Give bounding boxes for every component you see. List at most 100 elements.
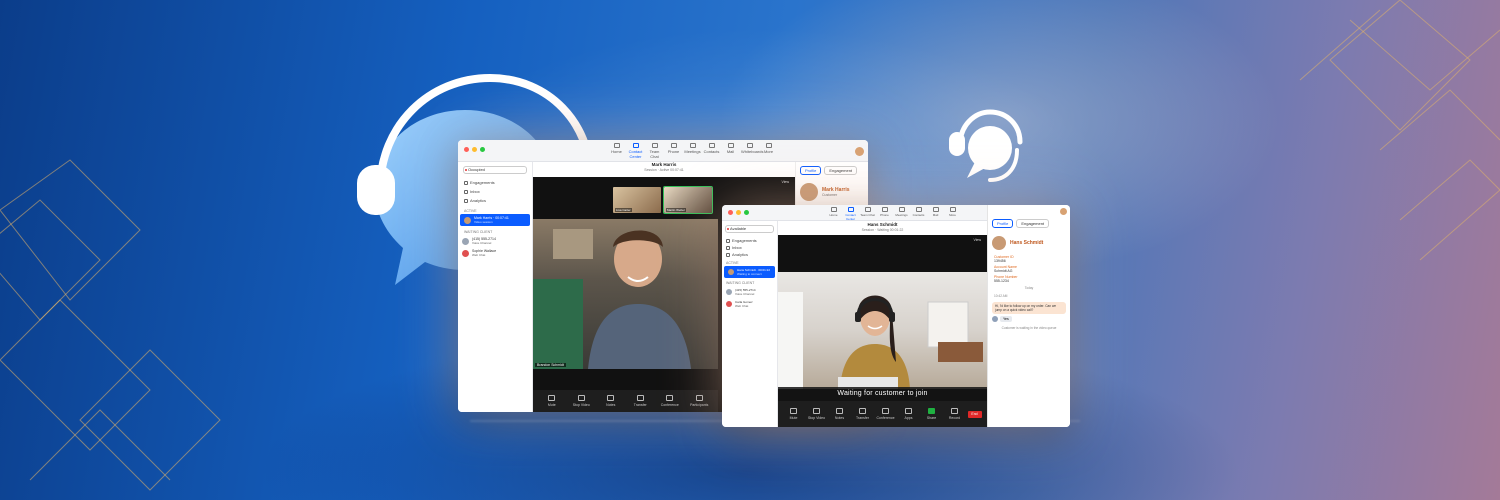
participant-thumbnail[interactable]: Lisa Carter bbox=[613, 187, 661, 213]
user-avatar[interactable] bbox=[855, 147, 864, 156]
home-icon bbox=[613, 143, 620, 148]
agent-window-front: Home Contact Center Team Chat Phone Meet… bbox=[722, 205, 1070, 427]
nav-contacts[interactable]: Contacts bbox=[911, 207, 926, 221]
notes-button[interactable]: Notes bbox=[830, 408, 850, 420]
contact-role: Customer bbox=[822, 193, 838, 197]
ctrl-label: Apps bbox=[904, 416, 913, 420]
nav-more[interactable]: More bbox=[760, 143, 777, 159]
contact-card: Mark Harris Customer bbox=[796, 179, 868, 205]
apps-icon bbox=[905, 408, 912, 414]
nav-team-chat[interactable]: Team Chat bbox=[646, 143, 663, 159]
avatar bbox=[992, 236, 1006, 250]
active-engagement[interactable]: Hans Schmidt · 00:01:22 Waiting to connec… bbox=[724, 266, 775, 278]
ctrl-label: Transfer bbox=[633, 403, 647, 407]
record-button[interactable]: Record bbox=[945, 408, 965, 420]
phone-avatar-icon bbox=[462, 237, 469, 245]
nav-label: Team Chat bbox=[860, 213, 875, 217]
nav-label: Team Chat bbox=[649, 149, 660, 159]
nav-home[interactable]: Home bbox=[608, 143, 625, 159]
ctrl-label: Share bbox=[926, 416, 937, 420]
sidebar-item-inbox[interactable]: Inbox bbox=[458, 187, 532, 196]
nav-meetings[interactable]: Meetings bbox=[684, 143, 701, 159]
notes-button[interactable]: Notes bbox=[601, 395, 621, 407]
contact-name: Hans Schmidt bbox=[1010, 240, 1044, 246]
mute-button[interactable]: Mute bbox=[542, 395, 562, 407]
nav-more[interactable]: More bbox=[945, 207, 960, 221]
analytics-icon bbox=[464, 198, 468, 203]
nav-mail[interactable]: Mail bbox=[928, 207, 943, 221]
status-dropdown[interactable]: Available bbox=[725, 225, 774, 233]
more-icon bbox=[949, 207, 956, 212]
transfer-button[interactable]: Transfer bbox=[853, 408, 873, 420]
nav-label: Mail bbox=[726, 149, 735, 154]
nav-label: Contacts bbox=[912, 213, 925, 217]
nav-contact-center[interactable]: Contact Center bbox=[627, 143, 644, 159]
window-controls[interactable] bbox=[464, 147, 485, 152]
conference-button[interactable]: Conference bbox=[660, 395, 680, 407]
right-panel: Profile Engagement Hans Schmidt Customer… bbox=[987, 205, 1070, 427]
status-dropdown[interactable]: Occupied bbox=[463, 166, 527, 174]
ctrl-label: Notes bbox=[606, 403, 616, 407]
queued-engagement[interactable]: Carla Gomez Web Chat bbox=[722, 298, 777, 310]
mute-button[interactable]: Mute bbox=[784, 408, 804, 420]
minimize-dot[interactable] bbox=[472, 147, 477, 152]
minimize-dot[interactable] bbox=[736, 210, 741, 215]
tab-profile[interactable]: Profile bbox=[800, 166, 822, 175]
nav-meetings[interactable]: Meetings bbox=[894, 207, 909, 221]
contact-sub: Voice Channel bbox=[472, 241, 492, 245]
sidebar-item-engagements[interactable]: Engagements bbox=[722, 237, 777, 244]
participant-thumbnail[interactable]: Martin Weber bbox=[663, 186, 713, 214]
end-button[interactable]: End bbox=[967, 410, 982, 418]
tab-engagement[interactable]: Engagement bbox=[824, 166, 858, 175]
contact-center-icon bbox=[632, 143, 639, 148]
close-dot[interactable] bbox=[464, 147, 469, 152]
nav-contacts[interactable]: Contacts bbox=[703, 143, 720, 159]
waiting-banner: Waiting for customer to join bbox=[778, 387, 987, 401]
nav-label: Phone bbox=[880, 213, 889, 217]
conference-button[interactable]: Conference bbox=[876, 408, 896, 420]
tab-engagement[interactable]: Engagement bbox=[1016, 219, 1050, 228]
ctrl-label: Stop Video bbox=[572, 403, 590, 407]
apps-button[interactable]: Apps bbox=[899, 408, 919, 420]
maximize-dot[interactable] bbox=[480, 147, 485, 152]
sidebar-item-inbox[interactable]: Inbox bbox=[722, 244, 777, 251]
maximize-dot[interactable] bbox=[744, 210, 749, 215]
nav-phone[interactable]: Phone bbox=[877, 207, 892, 221]
field-customer-id: Customer ID 139456 bbox=[988, 254, 1070, 264]
nav-mail[interactable]: Mail bbox=[722, 143, 739, 159]
transfer-button[interactable]: Transfer bbox=[630, 395, 650, 407]
sidebar-item-analytics[interactable]: Analytics bbox=[722, 251, 777, 258]
sidebar-item-label: Engagements bbox=[732, 238, 757, 243]
queued-engagement[interactable]: (415) 555-2714 Voice Channel bbox=[458, 235, 532, 247]
nav-phone[interactable]: Phone bbox=[665, 143, 682, 159]
view-button[interactable]: View bbox=[973, 238, 981, 242]
sidebar-item-engagements[interactable]: Engagements bbox=[458, 178, 532, 187]
nav-contact-center[interactable]: Contact Center bbox=[843, 207, 858, 221]
queued-engagement[interactable]: Sophie Wallace Web Chat bbox=[458, 247, 532, 259]
nav-label: Home bbox=[829, 213, 838, 217]
sidebar-item-analytics[interactable]: Analytics bbox=[458, 196, 532, 205]
stop-video-button[interactable]: Stop Video bbox=[807, 408, 827, 420]
view-button[interactable]: View bbox=[781, 180, 789, 184]
inbox-icon bbox=[464, 189, 468, 194]
section-active: ACTIVE bbox=[726, 261, 739, 265]
inbox-icon bbox=[726, 245, 730, 250]
active-engagement[interactable]: Mark Harris · 00:07:41 Video session bbox=[460, 214, 530, 226]
top-nav: Home Contact Center Team Chat Phone Meet… bbox=[608, 143, 777, 159]
close-dot[interactable] bbox=[728, 210, 733, 215]
window-controls[interactable] bbox=[728, 210, 749, 215]
tab-profile[interactable]: Profile bbox=[992, 219, 1014, 228]
share-button[interactable]: Share bbox=[922, 408, 942, 420]
nav-whiteboards[interactable]: Whiteboards bbox=[741, 143, 763, 159]
ctrl-label: Conference bbox=[660, 403, 679, 407]
nav-home[interactable]: Home bbox=[826, 207, 841, 221]
ctrl-label: Stop Video bbox=[807, 416, 826, 420]
ctrl-label: Mute bbox=[547, 403, 556, 407]
share-icon bbox=[928, 408, 935, 414]
stop-video-button[interactable]: Stop Video bbox=[571, 395, 591, 407]
user-avatar[interactable] bbox=[1060, 208, 1067, 215]
chat-reply: Yes bbox=[1000, 316, 1012, 322]
participants-button[interactable]: Participants bbox=[689, 395, 709, 407]
queued-engagement[interactable]: (415) 555-2714 Voice Channel bbox=[722, 286, 777, 298]
nav-team-chat[interactable]: Team Chat bbox=[860, 207, 875, 221]
